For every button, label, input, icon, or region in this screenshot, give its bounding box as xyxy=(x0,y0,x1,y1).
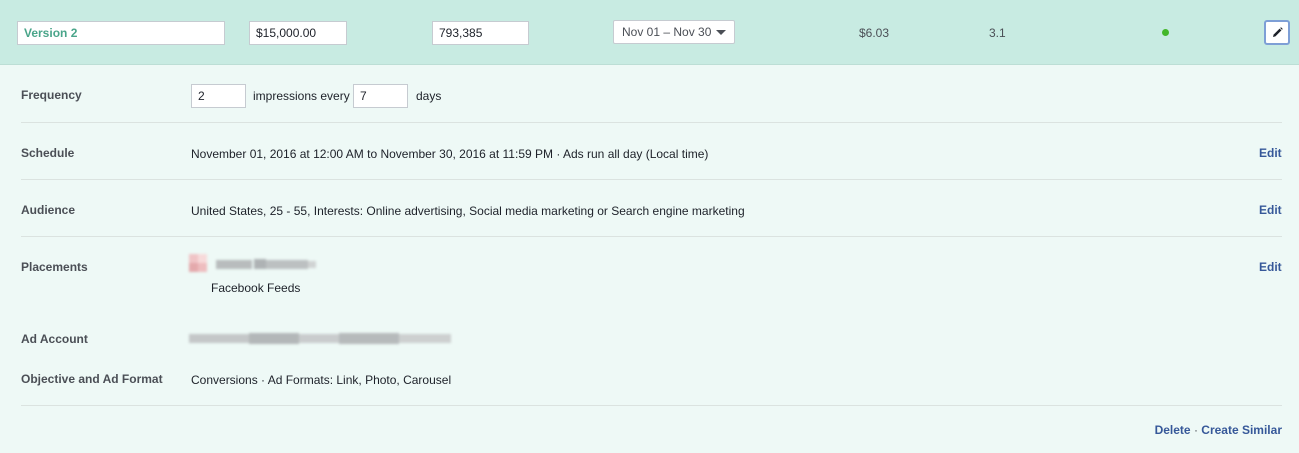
placements-value: Facebook Feeds xyxy=(211,281,301,295)
caret-down-icon xyxy=(716,30,726,35)
impressions-every-text: impressions every xyxy=(253,89,350,103)
divider xyxy=(21,122,1282,123)
schedule-value: November 01, 2016 at 12:00 AM to Novembe… xyxy=(191,147,709,161)
footer-actions: Delete · Create Similar xyxy=(1155,423,1282,437)
divider xyxy=(21,236,1282,237)
ad-account-label: Ad Account xyxy=(21,332,88,346)
redacted-page-avatar xyxy=(189,254,209,272)
divider xyxy=(21,405,1282,406)
cost-value: $6.03 xyxy=(859,26,890,40)
redacted-ad-account xyxy=(189,332,451,345)
placements-label: Placements xyxy=(21,260,88,274)
redacted-page-name xyxy=(216,258,316,270)
ad-set-row: Nov 01 – Nov 30 $6.03 3.1 xyxy=(0,0,1299,65)
date-range-value: Nov 01 – Nov 30 xyxy=(622,25,712,39)
ad-set-name-input[interactable] xyxy=(17,21,225,45)
delete-link[interactable]: Delete xyxy=(1155,423,1191,437)
action-separator: · xyxy=(1193,423,1198,437)
date-range-dropdown[interactable]: Nov 01 – Nov 30 xyxy=(613,20,735,44)
pencil-icon xyxy=(1273,27,1283,37)
days-text: days xyxy=(416,89,442,103)
impressions-count-input[interactable] xyxy=(191,84,246,108)
create-similar-link[interactable]: Create Similar xyxy=(1201,423,1282,437)
edit-row-button[interactable] xyxy=(1264,20,1290,45)
schedule-label: Schedule xyxy=(21,146,75,160)
budget-input[interactable] xyxy=(249,21,347,45)
reach-input[interactable] xyxy=(432,21,529,45)
audience-value: United States, 25 - 55, Interests: Onlin… xyxy=(191,204,745,218)
edit-schedule-link[interactable]: Edit xyxy=(1259,146,1282,160)
divider xyxy=(21,179,1282,180)
objective-value: Conversions · Ad Formats: Link, Photo, C… xyxy=(191,373,452,387)
audience-label: Audience xyxy=(21,203,76,217)
edit-audience-link[interactable]: Edit xyxy=(1259,203,1282,217)
objective-label: Objective and Ad Format xyxy=(21,372,163,386)
edit-placements-link[interactable]: Edit xyxy=(1259,260,1282,274)
days-count-input[interactable] xyxy=(353,84,408,108)
status-indicator xyxy=(1162,29,1169,36)
frequency-metric-value: 3.1 xyxy=(989,26,1006,40)
frequency-label: Frequency xyxy=(21,88,82,102)
